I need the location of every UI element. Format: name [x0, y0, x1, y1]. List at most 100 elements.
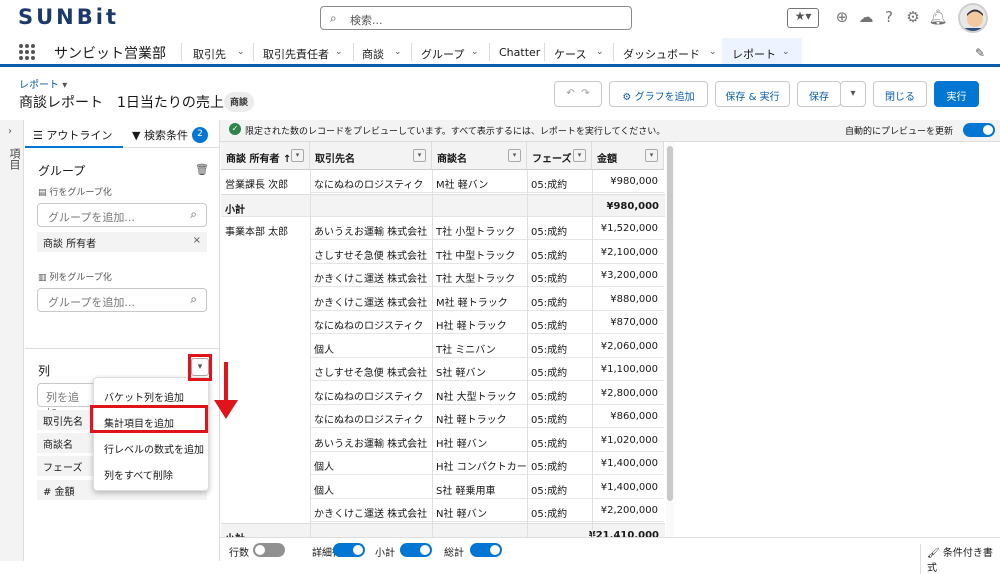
avatar[interactable]: [958, 3, 988, 33]
table-cell[interactable]: さしすせそ急便 株式会社: [310, 240, 432, 264]
row-group-input[interactable]: グループを追加... ⌕: [37, 203, 207, 227]
nav-item-dashboards[interactable]: ダッシュボード ⌄: [623, 38, 719, 67]
chevron-down-icon[interactable]: ⌄: [394, 47, 402, 57]
tab-filters[interactable]: ▼ 検索条件: [132, 127, 188, 143]
table-cell[interactable]: H社 軽バン: [432, 428, 527, 452]
detail-rows-toggle[interactable]: [333, 543, 365, 557]
nav-item-accounts[interactable]: 取引先 ⌄: [193, 38, 255, 67]
fields-panel-tab[interactable]: › 項目: [0, 120, 24, 561]
chevron-right-icon[interactable]: ›: [8, 126, 12, 137]
chevron-down-icon[interactable]: ⌄: [596, 47, 604, 57]
chevron-down-icon[interactable]: ⌄: [335, 47, 343, 57]
app-launcher-icon[interactable]: [19, 44, 35, 60]
table-cell[interactable]: 個人: [310, 475, 432, 499]
save-button[interactable]: 保存: [797, 81, 841, 107]
menu-item-remove-all[interactable]: 列をすべて削除: [104, 467, 173, 482]
table-cell[interactable]: N社 大型トラック: [432, 381, 527, 405]
chevron-down-icon[interactable]: ⌄: [709, 47, 717, 57]
column-pill[interactable]: 取引先名: [37, 410, 97, 430]
remove-icon[interactable]: ×: [193, 235, 201, 246]
run-button[interactable]: 実行: [934, 81, 979, 107]
nav-item-label: 取引先責任者: [263, 48, 329, 61]
report-table: 商談 所有者 ↑ ▾ 取引先名 ▾ 商談名 ▾ フェーズ ▾ 金額 ▾ 営業課長 次郎 なにぬねのロジ…: [221, 142, 665, 537]
table-cell[interactable]: T社 中型トラック: [432, 240, 527, 264]
redo-icon[interactable]: ↷: [581, 88, 589, 99]
conditional-format-button[interactable]: 🖌︎ 条件付き書式: [920, 544, 1000, 574]
table-cell[interactable]: さしすせそ急便 株式会社: [310, 358, 432, 381]
row-count-toggle[interactable]: [253, 543, 285, 557]
add-icon[interactable]: ⊕: [832, 8, 852, 28]
table-cell[interactable]: M社 軽バン: [432, 170, 527, 193]
chevron-down-icon[interactable]: ▾: [291, 149, 304, 162]
column-header[interactable]: 金額 ▾: [592, 142, 664, 170]
save-options-chevron-icon[interactable]: ▾: [840, 81, 866, 107]
table-cell[interactable]: なにぬねのロジスティクス: [310, 311, 432, 347]
favorites-star-icon[interactable]: ★▾: [787, 8, 819, 28]
nav-item-reports[interactable]: レポート ⌄: [722, 38, 802, 67]
table-cell[interactable]: S社 軽バン: [432, 358, 527, 381]
chevron-down-icon[interactable]: ▾: [573, 149, 586, 162]
table-cell[interactable]: かきくけこ運送 株式会社: [310, 264, 432, 287]
grand-total-toggle[interactable]: [470, 543, 502, 557]
global-search-input[interactable]: ⌕ 検索...: [320, 6, 632, 30]
column-header[interactable]: 商談名 ▾: [432, 142, 527, 170]
chevron-down-icon[interactable]: ⌄: [471, 47, 479, 57]
chevron-down-icon[interactable]: ▾: [508, 149, 521, 162]
report-type-label[interactable]: レポート ▾: [19, 76, 67, 91]
trailhead-icon[interactable]: ☁: [856, 8, 876, 28]
nav-item-cases[interactable]: ケース ⌄: [554, 38, 614, 67]
add-column-input[interactable]: 列を追加...: [37, 383, 97, 420]
edit-nav-icon[interactable]: ✎: [975, 46, 985, 60]
table-cell[interactable]: なにぬねのロジスティクス: [310, 170, 432, 206]
nav-item-chatter[interactable]: Chatter: [499, 38, 545, 67]
table-cell[interactable]: 個人: [310, 334, 432, 358]
auto-preview-toggle[interactable]: [963, 123, 995, 137]
chevron-down-icon[interactable]: ⌄: [782, 47, 790, 57]
table-cell[interactable]: かきくけこ運送 株式会社: [310, 499, 432, 522]
table-cell[interactable]: M社 軽トラック: [432, 287, 527, 311]
chevron-down-icon[interactable]: ▾: [645, 149, 658, 162]
table-cell[interactable]: あいうえお運輸 株式会社: [310, 217, 432, 240]
table-cell[interactable]: かきくけこ運送 株式会社: [310, 287, 432, 311]
table-cell[interactable]: T社 大型トラック: [432, 264, 527, 287]
chevron-down-icon[interactable]: ▾: [413, 149, 426, 162]
help-icon[interactable]: ?: [879, 8, 899, 28]
add-chart-button[interactable]: ⚙ グラフを追加: [609, 81, 708, 107]
trash-icon[interactable]: 🗑︎: [195, 163, 209, 176]
column-pill[interactable]: 商談名: [37, 433, 97, 453]
undo-icon[interactable]: ↶: [566, 88, 574, 99]
app-logo[interactable]: SUNBit: [18, 5, 119, 29]
table-cell[interactable]: あいうえお運輸 株式会社: [310, 428, 432, 452]
table-cell[interactable]: N社 軽バン: [432, 499, 527, 522]
nav-item-groups[interactable]: グループ ⌄: [421, 38, 491, 67]
column-pill[interactable]: フェーズ: [37, 456, 97, 476]
table-cell[interactable]: なにぬねのロジスティクス: [310, 381, 432, 418]
menu-item-add-bucket[interactable]: バケット列を追加: [104, 389, 184, 404]
column-header[interactable]: 商談 所有者 ↑ ▾: [221, 142, 310, 170]
table-cell[interactable]: H社 軽トラック: [432, 311, 527, 334]
table-cell[interactable]: なにぬねのロジスティクス: [310, 405, 432, 441]
chevron-down-icon[interactable]: ⌄: [237, 47, 245, 57]
nav-item-contacts[interactable]: 取引先責任者 ⌄: [263, 38, 353, 67]
table-cell[interactable]: 個人: [310, 452, 432, 475]
gear-icon[interactable]: ⚙: [903, 8, 923, 28]
table-cell[interactable]: T社 ミニバン: [432, 334, 527, 358]
row-group-pill[interactable]: 商談 所有者 ×: [37, 232, 207, 252]
table-cell[interactable]: S社 軽乗用車: [432, 475, 527, 499]
table-cell[interactable]: H社 コンパクトカー: [432, 452, 527, 475]
table-cell[interactable]: T社 小型トラック: [432, 217, 527, 240]
menu-item-add-row-formula[interactable]: 行レベルの数式を追加: [104, 441, 204, 456]
table-cell[interactable]: N社 軽トラック: [432, 405, 527, 428]
nav-item-opportunities[interactable]: 商談 ⌄: [362, 38, 412, 67]
subtotals-toggle[interactable]: [400, 543, 432, 557]
chevron-down-icon[interactable]: ▾: [62, 80, 67, 91]
column-header[interactable]: 取引先名 ▾: [310, 142, 432, 170]
column-group-input[interactable]: グループを追加... ⌕: [37, 288, 207, 312]
tab-outline[interactable]: ☰ アウトライン: [25, 120, 123, 148]
save-run-button[interactable]: 保存 & 実行: [715, 81, 790, 107]
close-button[interactable]: 閉じる: [873, 81, 927, 107]
undo-redo-group[interactable]: ↶ ↷: [554, 81, 602, 107]
column-header[interactable]: フェーズ ▾: [527, 142, 592, 170]
table-scrollbar[interactable]: [666, 142, 674, 537]
bell-icon[interactable]: 🔔︎: [928, 8, 948, 28]
